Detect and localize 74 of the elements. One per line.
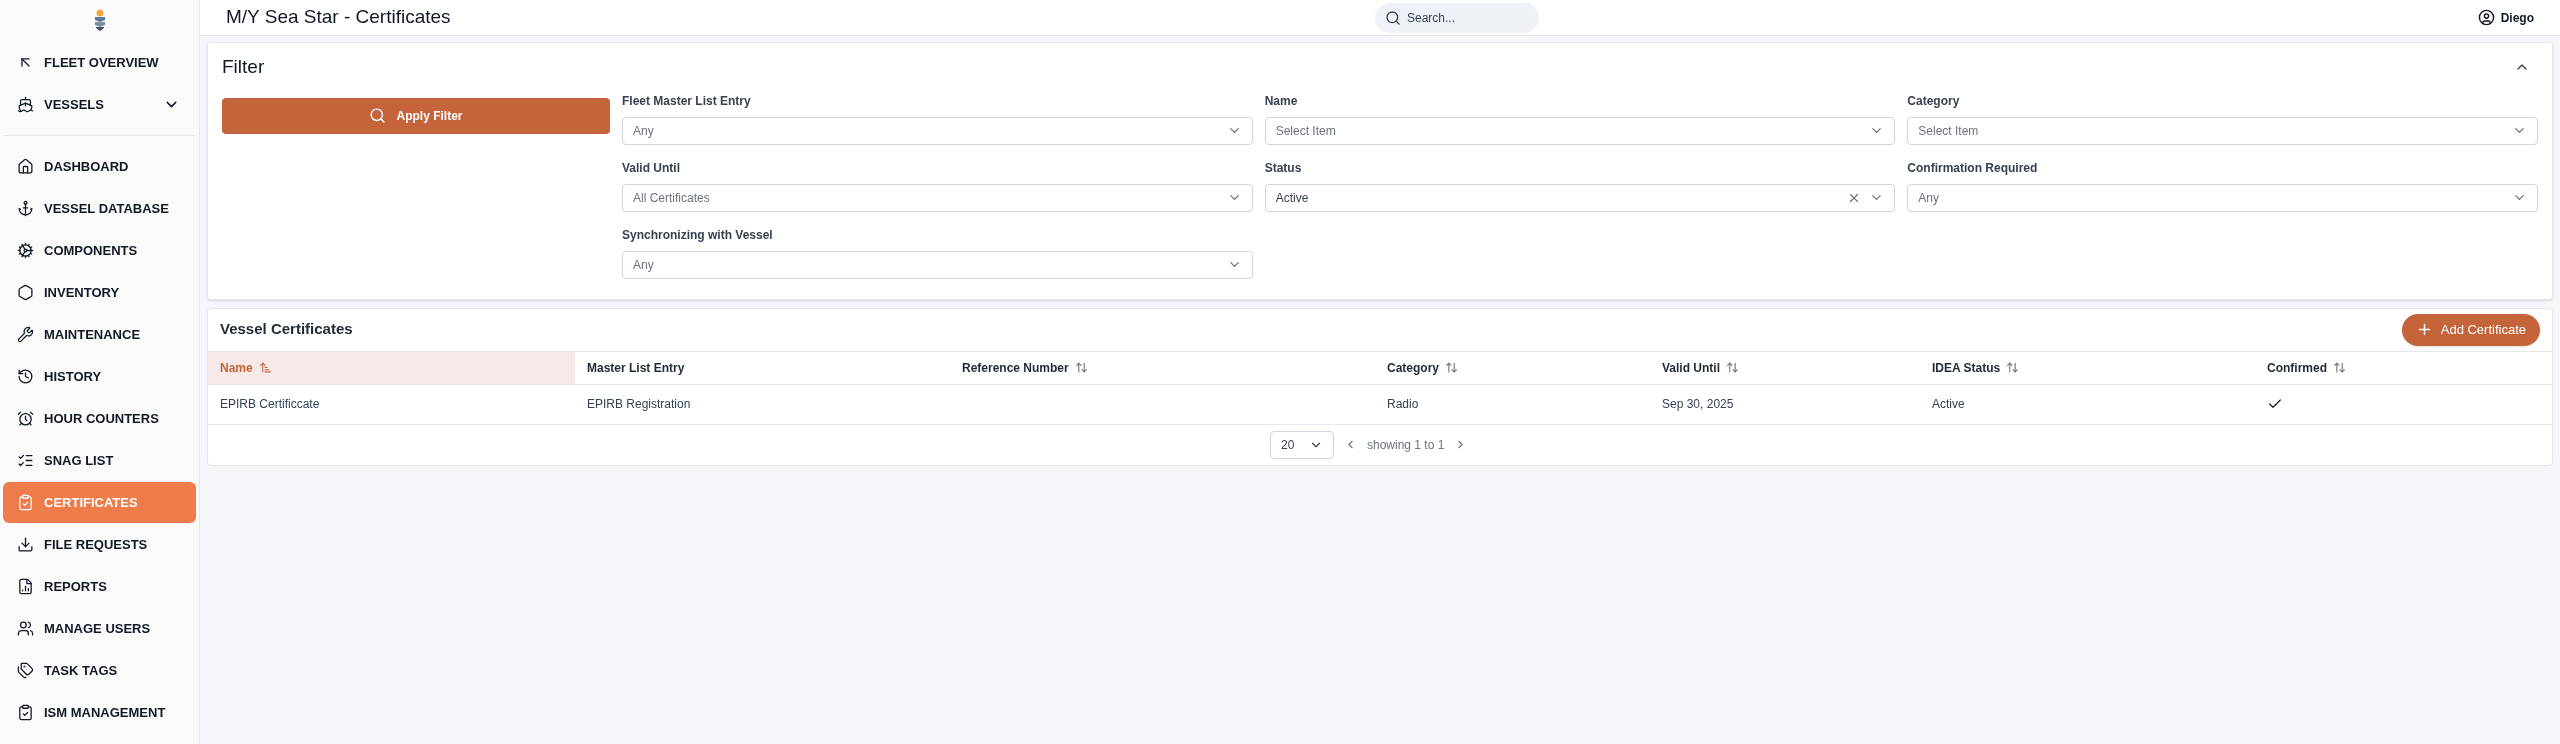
field-label: Valid Until <box>622 159 681 177</box>
hexagon-icon <box>17 284 34 301</box>
table-title: Vessel Certificates <box>220 319 353 340</box>
sort-icon <box>258 361 272 374</box>
field-label: Category <box>1907 92 1961 110</box>
field-label: Confirmation Required <box>1907 159 2039 177</box>
sort-icon <box>1074 361 1088 374</box>
select-field[interactable]: Any <box>622 250 1253 279</box>
sidebar-item[interactable]: VESSELS <box>3 84 196 125</box>
sidebar-item[interactable]: COMPONENTS <box>3 230 196 271</box>
sidebar-item[interactable]: TASK TAGS <box>3 650 196 691</box>
sidebar-item[interactable]: HOUR COUNTERS <box>3 398 196 439</box>
add-certificate-button[interactable]: Add Certificate <box>2401 313 2540 346</box>
sidebar-item[interactable]: ISM MANAGEMENT <box>3 692 196 733</box>
house-icon <box>17 158 34 175</box>
page-size-select[interactable]: 20 <box>1270 430 1334 459</box>
history-icon <box>17 368 34 385</box>
column-header[interactable]: Reference Number <box>950 351 1375 384</box>
sort-icon <box>2006 361 2020 374</box>
page-title: M/Y Sea Star - Certificates <box>226 5 452 30</box>
sort-icon <box>2333 361 2346 374</box>
report-icon <box>17 578 34 595</box>
sidebar-item[interactable]: INVENTORY <box>3 272 196 313</box>
users-icon <box>17 620 34 637</box>
pagination-status: showing 1 to 1 <box>1367 436 1445 454</box>
apply-filter-button[interactable]: Apply Filter <box>222 97 610 134</box>
select-field[interactable]: All Certificates <box>622 183 1253 212</box>
logo-icon <box>93 9 106 31</box>
sidebar-item[interactable]: DASHBOARD <box>3 146 196 187</box>
sidebar-item[interactable]: HISTORY <box>3 356 196 397</box>
sort-icon <box>1726 361 1739 374</box>
field-label: Synchronizing with Vessel <box>622 226 774 244</box>
select-field[interactable]: Select Item <box>1264 116 1896 145</box>
table-cell-text: Radio <box>1386 396 1420 413</box>
table-cell-text: EPIRB Registration <box>586 396 692 413</box>
sidebar-item[interactable]: MAINTENANCE <box>3 314 196 355</box>
table-cell-text: EPIRB Certificcate <box>219 396 321 413</box>
column-header[interactable]: Master List Entry <box>575 351 950 384</box>
field-label: Name <box>1264 92 1299 110</box>
alarm-clock-icon <box>17 410 34 427</box>
sidebar-item[interactable]: SNAG LIST <box>3 440 196 481</box>
select-field[interactable]: Any <box>1907 183 2538 212</box>
sidebar-item[interactable]: MANAGE USERS <box>3 608 196 649</box>
sort-icon <box>1445 361 1458 374</box>
column-header[interactable]: IDEA Status <box>1920 351 2255 384</box>
sidebar-item[interactable]: FILE REQUESTS <box>3 524 196 565</box>
search-field[interactable]: Search... <box>1375 2 1539 33</box>
sidebar-item[interactable]: REPORTS <box>3 566 196 607</box>
cog-icon <box>17 242 34 259</box>
field-label: Status <box>1264 159 1303 177</box>
column-header[interactable]: Confirmed <box>2255 351 2552 384</box>
clipboard-check-icon <box>17 494 34 511</box>
ship-icon <box>17 96 34 113</box>
download-icon <box>17 536 34 553</box>
select-field[interactable]: Select Item <box>1907 116 2538 145</box>
column-header[interactable]: Category <box>1375 351 1650 384</box>
table-cell-text: Active <box>1931 396 1966 413</box>
anchor-icon <box>17 200 34 217</box>
select-field[interactable]: Any <box>622 116 1253 145</box>
sidebar-item[interactable]: FLEET OVERVIEW <box>3 42 196 83</box>
sidebar-item[interactable]: VESSEL DATABASE <box>3 188 196 229</box>
search-icon <box>1385 9 1401 26</box>
user-icon <box>2477 9 2495 26</box>
search-icon <box>369 107 387 124</box>
table-cell-text: Sep 30, 2025 <box>1661 396 1735 413</box>
filter-title: Filter <box>222 55 265 79</box>
select-field[interactable]: Active <box>1264 183 1896 212</box>
column-header[interactable]: Valid Until <box>1650 351 1920 384</box>
checklist-icon <box>17 452 34 469</box>
clipboard-check-icon <box>17 704 34 721</box>
user-menu[interactable]: Diego <box>2477 8 2534 27</box>
wrench-icon <box>17 326 34 343</box>
field-label: Fleet Master List Entry <box>622 92 752 110</box>
tags-icon <box>17 662 34 679</box>
